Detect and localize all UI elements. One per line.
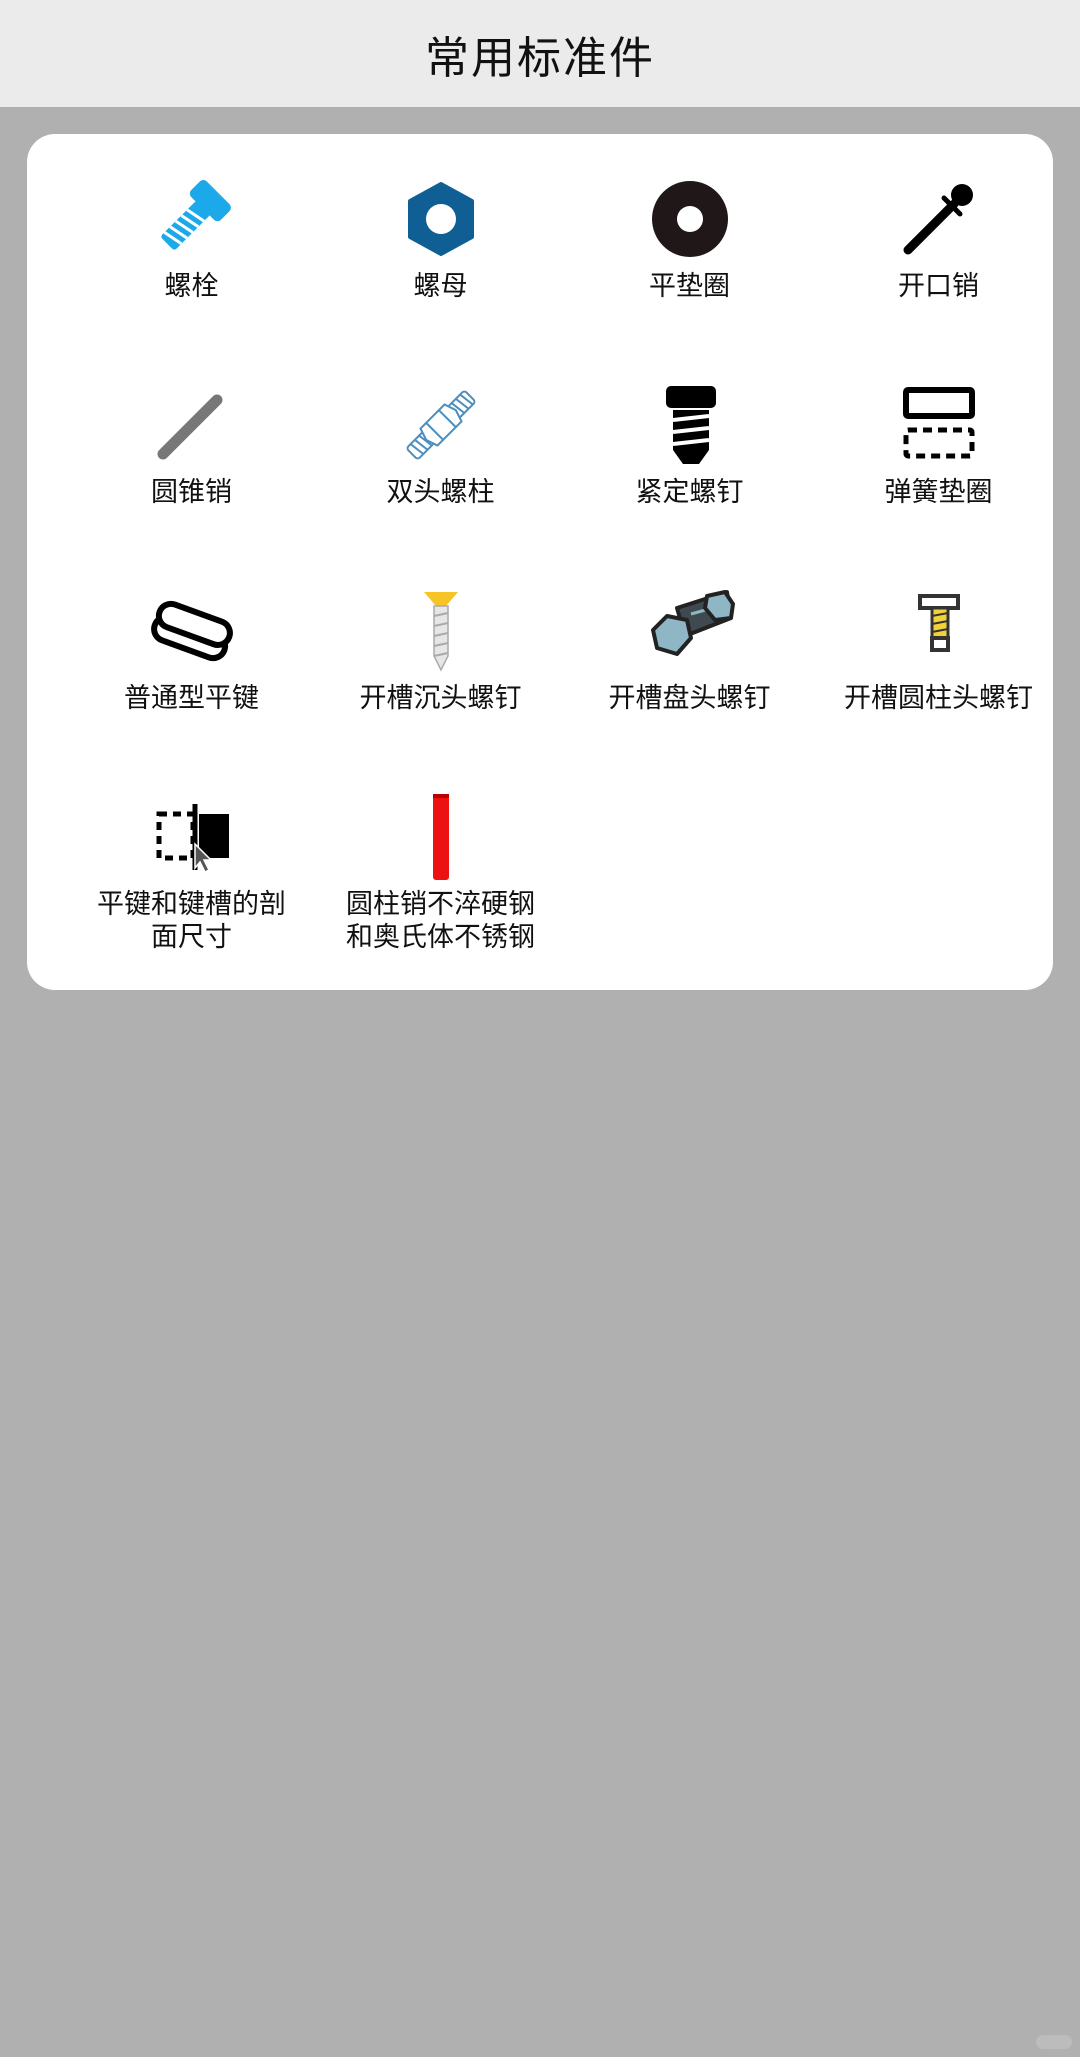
double-end-stud-icon: [396, 380, 486, 470]
set-screw-icon: [645, 380, 735, 470]
tile-label: 开槽盘头螺钉: [608, 683, 771, 714]
tile-flat-key[interactable]: 普通型平键: [67, 586, 316, 792]
tile-set-screw[interactable]: 紧定螺钉: [565, 380, 814, 586]
taper-pin-icon: [147, 380, 237, 470]
tile-flat-washer[interactable]: 平垫圈: [565, 174, 814, 380]
tile-countersunk-screw[interactable]: 开槽沉头螺钉: [316, 586, 565, 792]
tile-double-end-stud[interactable]: 双头螺柱: [316, 380, 565, 586]
watermark: [1036, 2035, 1072, 2049]
tile-label: 开槽沉头螺钉: [359, 683, 522, 714]
tile-label: 弹簧垫圈: [884, 477, 993, 508]
tile-pan-head-screw[interactable]: 开槽盘头螺钉: [565, 586, 814, 792]
tile-label: 螺母: [413, 271, 468, 302]
hex-nut-icon: [396, 174, 486, 264]
cylindrical-pin-icon: [396, 792, 486, 882]
tile-label: 螺栓: [164, 271, 219, 302]
flat-washer-icon: [645, 174, 735, 264]
tile-label: 平垫圈: [649, 271, 730, 302]
flat-key-icon: [147, 586, 237, 676]
countersunk-screw-icon: [396, 586, 486, 676]
tile-cylindrical-pin[interactable]: 圆柱销不淬硬钢和奥氏体不锈钢: [316, 792, 565, 998]
tile-label: 紧定螺钉: [635, 477, 744, 508]
pan-head-screw-icon: [645, 586, 735, 676]
tile-label: 开槽圆柱头螺钉: [844, 683, 1033, 714]
tile-nut[interactable]: 螺母: [316, 174, 565, 380]
tile-label: 圆锥销: [151, 477, 232, 508]
app-header: 常用标准件: [0, 0, 1080, 107]
spring-washer-icon: [894, 380, 984, 470]
tile-cheese-head-screw[interactable]: 开槽圆柱头螺钉: [814, 586, 1063, 792]
tile-label: 双头螺柱: [386, 477, 495, 508]
tile-label: 普通型平键: [124, 683, 259, 714]
tile-label: 平键和键槽的剖面尺寸: [97, 889, 286, 953]
cheese-head-screw-icon: [894, 586, 984, 676]
tile-taper-pin[interactable]: 圆锥销: [67, 380, 316, 586]
tile-spring-washer[interactable]: 弹簧垫圈: [814, 380, 1063, 586]
key-section-icon: [147, 792, 237, 882]
bolt-icon: [147, 174, 237, 264]
tile-cotter-pin[interactable]: 开口销: [814, 174, 1063, 380]
tile-bolt[interactable]: 螺栓: [67, 174, 316, 380]
parts-grid: 螺栓 螺母 平垫圈 开口销 圆锥销 双头螺柱 紧定螺钉 弹簧垫圈 普通型平键 开…: [67, 174, 1063, 998]
tile-key-section[interactable]: 平键和键槽的剖面尺寸: [67, 792, 316, 998]
tile-label: 圆柱销不淬硬钢和奥氏体不锈钢: [346, 889, 535, 953]
tile-label: 开口销: [898, 271, 979, 302]
cotter-pin-icon: [894, 174, 984, 264]
page-title: 常用标准件: [425, 32, 655, 84]
parts-card: 螺栓 螺母 平垫圈 开口销 圆锥销 双头螺柱 紧定螺钉 弹簧垫圈 普通型平键 开…: [27, 134, 1053, 990]
